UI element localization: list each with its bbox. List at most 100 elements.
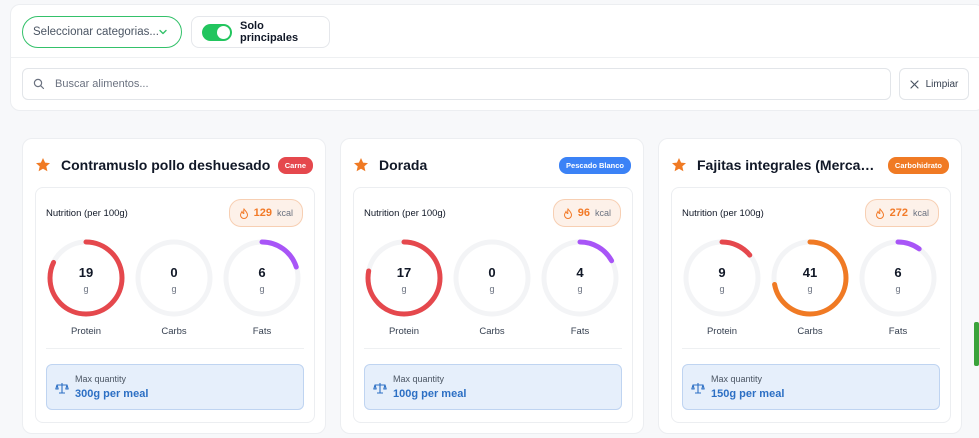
max-quantity-box: Max quantity 300g per meal bbox=[46, 364, 304, 410]
fats-value: 6 bbox=[258, 265, 266, 280]
nutrition-label: Nutrition (per 100g) bbox=[364, 208, 446, 219]
scale-icon bbox=[55, 383, 69, 394]
kcal-badge: 96 kcal bbox=[552, 199, 621, 227]
food-card[interactable]: Contramuslo pollo deshuesado Carne Nutriti… bbox=[22, 138, 326, 434]
search-input[interactable]: Buscar alimentos... bbox=[22, 68, 891, 100]
fats-unit: g bbox=[259, 284, 265, 294]
kcal-unit: kcal bbox=[594, 208, 611, 218]
fats-value: 6 bbox=[894, 265, 902, 280]
protein-unit: g bbox=[401, 284, 407, 294]
max-quantity-value: 150g per meal bbox=[711, 388, 785, 400]
food-card[interactable]: Dorada Pescado Blanco Nutrition (per 100g)… bbox=[340, 138, 644, 434]
fats-ring: 4 g Fats bbox=[540, 238, 620, 338]
fats-value: 4 bbox=[576, 265, 584, 280]
carbs-value: 41 bbox=[802, 265, 818, 280]
carbs-label: Carbs bbox=[161, 326, 187, 337]
clear-label: Limpiar bbox=[925, 78, 959, 90]
chevron-down-icon bbox=[159, 29, 167, 35]
panel-divider bbox=[682, 348, 940, 349]
switch-knob bbox=[217, 25, 230, 39]
star-icon[interactable] bbox=[671, 157, 687, 173]
carbs-unit: g bbox=[171, 284, 177, 294]
food-card[interactable]: Fajitas integrales (Mercadona) Carbohidra… bbox=[658, 138, 962, 434]
carbs-unit: g bbox=[489, 284, 495, 294]
panel-divider bbox=[364, 348, 622, 349]
kcal-value: 96 bbox=[577, 207, 590, 219]
kcal-unit: kcal bbox=[912, 208, 929, 218]
max-quantity-label: Max quantity bbox=[75, 374, 127, 384]
max-quantity-label: Max quantity bbox=[393, 374, 445, 384]
max-quantity-value: 300g per meal bbox=[75, 388, 149, 400]
carbs-value: 0 bbox=[488, 265, 496, 280]
nutrition-label: Nutrition (per 100g) bbox=[682, 208, 764, 219]
category-select[interactable]: Seleccionar categorias... bbox=[22, 16, 182, 48]
filters-divider bbox=[11, 57, 979, 58]
protein-ring: 17 g Protein bbox=[364, 238, 444, 338]
category-select-placeholder: Seleccionar categorias... bbox=[33, 26, 159, 38]
protein-value: 17 bbox=[396, 265, 412, 280]
scrollbar-thumb[interactable] bbox=[974, 322, 979, 366]
protein-value: 9 bbox=[718, 265, 726, 280]
food-name: Fajitas integrales (Mercadona) bbox=[697, 157, 882, 173]
max-quantity-box: Max quantity 100g per meal bbox=[364, 364, 622, 410]
max-quantity-box: Max quantity 150g per meal bbox=[682, 364, 940, 410]
star-icon[interactable] bbox=[35, 157, 51, 173]
scale-icon bbox=[691, 383, 705, 394]
protein-ring: 9 g Protein bbox=[682, 238, 762, 338]
carbs-ring: 0 g Carbs bbox=[452, 238, 532, 338]
clear-button[interactable]: Limpiar bbox=[899, 68, 969, 100]
card-header: Dorada Pescado Blanco bbox=[353, 153, 631, 177]
nutrition-panel: Nutrition (per 100g) 96 kcal 17 g Protein 0 g Ca… bbox=[353, 187, 633, 423]
protein-label: Protein bbox=[388, 326, 420, 337]
protein-label: Protein bbox=[706, 326, 738, 337]
category-badge: Carne bbox=[277, 156, 313, 174]
kcal-value: 272 bbox=[889, 207, 908, 219]
nutrition-label: Nutrition (per 100g) bbox=[46, 208, 128, 219]
carbs-unit: g bbox=[807, 284, 813, 294]
carbs-value: 0 bbox=[170, 265, 178, 280]
kcal-value: 129 bbox=[253, 207, 272, 219]
nutrition-panel: Nutrition (per 100g) 129 kcal 19 g Protein 0 g C… bbox=[35, 187, 315, 423]
card-header: Fajitas integrales (Mercadona) Carbohidra… bbox=[671, 153, 949, 177]
kcal-badge: 129 kcal bbox=[228, 199, 303, 227]
food-name: Contramuslo pollo deshuesado bbox=[61, 157, 271, 173]
protein-ring: 19 g Protein bbox=[46, 238, 126, 338]
flame-icon bbox=[875, 207, 884, 219]
scale-icon bbox=[373, 383, 387, 394]
kcal-badge: 272 kcal bbox=[864, 199, 939, 227]
carbs-ring: 41 g Carbs bbox=[770, 238, 850, 338]
category-badge: Carbohidrato bbox=[887, 156, 949, 174]
category-badge: Pescado Blanco bbox=[559, 156, 631, 174]
max-quantity-label: Max quantity bbox=[711, 374, 763, 384]
fats-label: Fats bbox=[888, 326, 908, 337]
main-only-toggle-box: Solo principales bbox=[191, 16, 330, 48]
panel-divider bbox=[46, 348, 304, 349]
close-icon bbox=[909, 79, 919, 89]
carbs-label: Carbs bbox=[479, 326, 505, 337]
fats-label: Fats bbox=[252, 326, 272, 337]
flame-icon bbox=[239, 207, 248, 219]
fats-label: Fats bbox=[570, 326, 590, 337]
fats-unit: g bbox=[577, 284, 583, 294]
card-header: Contramuslo pollo deshuesado Carne bbox=[35, 153, 313, 177]
food-name: Dorada bbox=[379, 157, 428, 173]
carbs-label: Carbs bbox=[797, 326, 823, 337]
flame-icon bbox=[563, 207, 572, 219]
filters-panel: Seleccionar categorias... Solo principal… bbox=[10, 4, 979, 111]
max-quantity-value: 100g per meal bbox=[393, 388, 467, 400]
search-placeholder: Buscar alimentos... bbox=[55, 78, 149, 90]
kcal-unit: kcal bbox=[276, 208, 293, 218]
protein-label: Protein bbox=[70, 326, 102, 337]
star-icon[interactable] bbox=[353, 157, 369, 173]
protein-unit: g bbox=[83, 284, 89, 294]
search-icon bbox=[33, 78, 45, 90]
main-only-label: Solo principales bbox=[240, 20, 299, 44]
fats-ring: 6 g Fats bbox=[858, 238, 938, 338]
fats-ring: 6 g Fats bbox=[222, 238, 302, 338]
nutrition-panel: Nutrition (per 100g) 272 kcal 9 g Protein 41 g C… bbox=[671, 187, 951, 423]
main-only-switch[interactable] bbox=[202, 23, 232, 41]
protein-unit: g bbox=[719, 284, 725, 294]
protein-value: 19 bbox=[78, 265, 94, 280]
fats-unit: g bbox=[895, 284, 901, 294]
carbs-ring: 0 g Carbs bbox=[134, 238, 214, 338]
